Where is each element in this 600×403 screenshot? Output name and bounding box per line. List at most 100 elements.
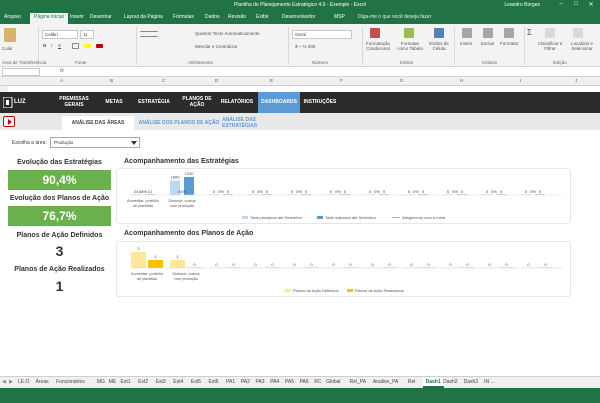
nav-premissas-gerais[interactable]: PREMISSAS GERAIS [54,96,94,109]
nav-estrategia[interactable]: ESTRATÉGIA [134,96,174,109]
column-header[interactable]: J [575,78,577,83]
nav-relatorios[interactable]: RELATÓRIOS [218,96,256,109]
merge-center-button[interactable]: Mesclar e Centralizar [195,44,238,49]
sheet-tab[interactable]: PA3 [256,379,265,385]
sort-filter-icon[interactable] [545,28,555,38]
subtab-analise-areas[interactable]: ANÁLISE DAS ÁREAS [62,116,134,130]
cell-styles-icon[interactable] [434,28,444,38]
tab-revisao[interactable]: Revisão [228,14,246,20]
find-select-button[interactable]: Localizar e Selecionar [565,41,599,51]
sheet-tab[interactable]: Rel_PA [350,379,367,385]
font-color-icon[interactable] [96,44,103,48]
minimize-button[interactable]: – [556,1,566,10]
subtab-analise-estrategias[interactable]: ANÁLISE DAS ESTRATÉGIAS [222,117,292,129]
sheet-tab[interactable]: Dash3 [464,379,478,385]
cell-styles-button[interactable]: Estilos de Célula [427,41,451,51]
sheet-tab[interactable]: Rel [408,379,416,385]
subtab-analise-planos[interactable]: ANÁLISE DOS PLANOS DE AÇÃO [138,117,220,129]
column-header[interactable]: I [520,78,521,83]
column-header[interactable]: E [270,78,273,83]
nav-instrucoes[interactable]: INSTRUÇÕES [302,96,338,109]
format-cells-button[interactable]: Formatar [500,41,518,46]
paste-button[interactable]: Colar [2,46,13,51]
sheet-tab[interactable]: Est6 [209,379,219,385]
underline-button[interactable]: S [58,43,61,48]
fx-icon[interactable]: fx [60,68,64,74]
column-header[interactable]: H [460,78,463,83]
fill-color-icon[interactable] [84,44,91,48]
tab-dados[interactable]: Dados [205,14,219,20]
delete-cells-icon[interactable] [483,28,493,38]
find-select-icon[interactable] [573,28,583,38]
name-box[interactable] [2,68,40,76]
align-icon[interactable] [140,31,158,37]
bold-button[interactable]: N [43,43,46,48]
close-button[interactable]: ✕ [586,1,596,10]
area-filter-select[interactable]: Produção [50,137,140,148]
sheet-scroll-right-icon[interactable]: ▶ [9,379,13,385]
sheet-tab[interactable]: PA2 [241,379,250,385]
sheet-tab[interactable]: PA5 [285,379,294,385]
tell-me-search[interactable]: Diga-me o que você deseja fazer [358,14,431,20]
wrap-text-button[interactable]: Quebrar Texto Automaticamente [195,31,259,36]
nav-metas[interactable]: METAS [100,96,128,109]
format-table-icon[interactable] [404,28,414,38]
nav-planos-de-acao[interactable]: PLANOS DE AÇÃO [180,96,214,109]
column-header[interactable]: B [110,78,113,83]
sheet-tab[interactable]: PA1 [226,379,235,385]
sheet-scroll-left-icon[interactable]: ◀ [2,379,6,385]
sheet-tab[interactable]: Dash1 [422,377,444,388]
font-name-select[interactable]: Calibri [42,30,78,39]
format-cells-icon[interactable] [504,28,514,38]
sheet-tab[interactable]: Dash2 [443,379,457,385]
tab-layout[interactable]: Layout da Página [124,14,163,20]
sheet-tab[interactable]: PA4 [270,379,279,385]
sheet-tab[interactable]: ME [109,379,117,385]
tab-pagina-inicial[interactable]: Página Inicial [30,13,68,24]
sheet-tab[interactable]: RC [314,379,321,385]
delete-cells-button[interactable]: Excluir [481,41,495,46]
font-size-select[interactable]: 11 [80,30,94,39]
conditional-format-icon[interactable] [370,28,380,38]
insert-cells-icon[interactable] [462,28,472,38]
sheet-tab[interactable]: Est5 [191,379,201,385]
column-header[interactable]: F [340,78,343,83]
nav-dashboards[interactable]: DASHBOARDS [258,92,300,113]
borders-icon[interactable] [72,43,79,49]
currency-button[interactable]: $ ~ % 000 [295,44,315,49]
sheet-tab[interactable]: Est1 [121,379,131,385]
autosum-icon[interactable]: Σ [527,28,532,37]
sheet-tab[interactable]: IN ... [484,379,495,385]
column-header[interactable]: G [400,78,404,83]
sheet-tab[interactable]: Est2 [138,379,148,385]
italic-button[interactable]: I [51,43,52,48]
sheet-tab[interactable]: Est4 [173,379,183,385]
column-header[interactable]: D [215,78,218,83]
sheet-tab[interactable]: PA6 [300,379,309,385]
sheet-tab[interactable]: Funcionários [56,379,85,385]
sheet-tab[interactable]: MG [97,379,105,385]
user-name[interactable]: Leandro Borges [504,2,540,8]
tab-formulas[interactable]: Fórmulas [173,14,194,20]
chevron-down-icon[interactable] [131,141,137,145]
sheet-tab[interactable]: Analise_PA [373,379,398,385]
tab-inserir[interactable]: Inserir [70,14,84,20]
number-format-select[interactable]: Geral [292,30,352,39]
sheet-tab[interactable]: LE.O [18,379,29,385]
column-header[interactable]: C [162,78,165,83]
tab-arquivo[interactable]: Arquivo [4,14,21,20]
column-header[interactable]: A [60,78,63,83]
paste-icon[interactable] [4,28,16,42]
sort-filter-button[interactable]: Classificar e Filtrar [537,41,563,51]
tab-desenvolvedor[interactable]: Desenvolvedor [282,14,315,20]
sheet-tab[interactable]: Est3 [156,379,166,385]
maximize-button[interactable]: □ [571,1,581,10]
conditional-format-button[interactable]: Formatação Condicional [364,41,392,51]
sheet-tab[interactable]: Global [326,379,340,385]
tab-exibir[interactable]: Exibir [256,14,269,20]
sheet-tab[interactable]: Áreas [36,379,49,385]
format-table-button[interactable]: Formatar como Tabela [397,41,423,51]
tab-msp[interactable]: MSP [334,14,345,20]
play-icon[interactable] [3,116,15,127]
tab-desenhar[interactable]: Desenhar [90,14,112,20]
